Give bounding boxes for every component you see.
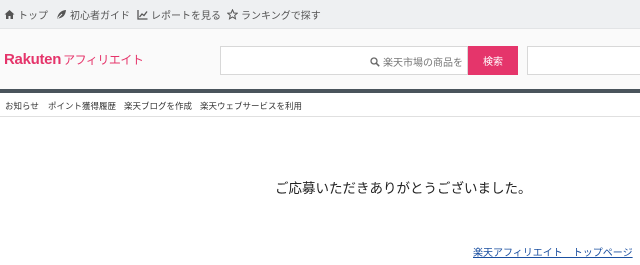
search-placeholder-text: 楽天市場の商品を <box>383 58 463 69</box>
home-icon <box>4 9 15 20</box>
search-placeholder: 楽天市場の商品を <box>370 54 463 69</box>
topnav-item-top[interactable]: トップ <box>4 7 48 22</box>
topnav-item-label: ランキングで探す <box>241 10 321 22</box>
logo-main-text: Rakuten <box>4 51 62 68</box>
topnav-item-ranking[interactable]: ランキングで探す <box>227 7 321 22</box>
leaf-icon <box>56 9 67 20</box>
affiliate-top-page-link[interactable]: 楽天アフィリエイト トップページ <box>473 244 633 259</box>
topnav-item-label: 初心者ガイド <box>70 10 130 22</box>
logo-sub-text: アフィリエイト <box>63 53 144 67</box>
topnav-item-label: トップ <box>18 10 48 22</box>
search-input[interactable]: 楽天市場の商品を <box>220 46 468 75</box>
subnav-item-point-history[interactable]: ポイント獲得履歴 <box>48 100 116 112</box>
secondary-search-input[interactable] <box>527 46 640 75</box>
topnav-item-report[interactable]: レポートを見る <box>137 7 221 22</box>
topnav-item-guide[interactable]: 初心者ガイド <box>56 7 130 22</box>
rakuten-affiliate-logo[interactable]: Rakuten アフィリエイト <box>4 51 144 68</box>
chart-icon <box>137 9 148 20</box>
header: Rakuten アフィリエイト 楽天市場の商品を 検索 <box>0 29 640 89</box>
sub-nav-bar: お知らせ ポイント獲得履歴 楽天ブログを作成 楽天ウェブサービスを利用 <box>0 93 640 117</box>
subnav-item-create-blog[interactable]: 楽天ブログを作成 <box>124 100 192 112</box>
thank-you-message: ご応募いただきありがとうございました。 <box>275 181 532 197</box>
top-nav-bar: トップ 初心者ガイド レポートを見る ランキングで探す <box>0 0 640 29</box>
subnav-item-web-service[interactable]: 楽天ウェブサービスを利用 <box>200 100 302 112</box>
subnav-item-news[interactable]: お知らせ <box>5 100 39 112</box>
star-icon <box>227 8 238 20</box>
search-icon <box>370 56 380 67</box>
topnav-item-label: レポートを見る <box>151 10 221 22</box>
search-button[interactable]: 検索 <box>468 46 518 75</box>
